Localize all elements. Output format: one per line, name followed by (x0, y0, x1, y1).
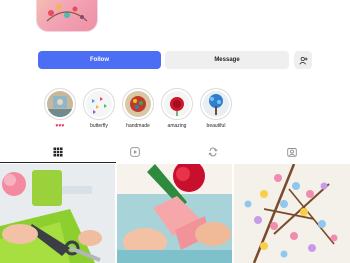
grid-post-2[interactable] (117, 164, 232, 263)
grid-post-1[interactable] (0, 164, 115, 263)
tagged-icon (287, 148, 297, 157)
message-button[interactable]: Message (165, 51, 289, 69)
suggest-people-button[interactable] (294, 51, 312, 69)
add-person-icon (298, 56, 308, 64)
follow-button[interactable]: Follow (38, 51, 161, 69)
highlight-amazing[interactable]: amazing (161, 88, 193, 129)
repost-icon (208, 147, 218, 157)
tab-tagged[interactable] (234, 141, 350, 163)
profile-tab-bar (0, 141, 350, 163)
highlight-label: beautiful (206, 123, 226, 129)
grid-icon (53, 147, 63, 156)
highlight-handmade[interactable]: handmade (122, 88, 154, 129)
grid-post-3[interactable] (234, 164, 350, 263)
highlight-hearts[interactable]: ♥♥♥ (44, 88, 76, 129)
reels-icon (130, 147, 140, 157)
highlight-butterfly[interactable]: butterfly (83, 88, 115, 129)
highlight-beautiful[interactable]: beautiful (200, 88, 232, 129)
profile-avatar[interactable] (36, 0, 98, 32)
